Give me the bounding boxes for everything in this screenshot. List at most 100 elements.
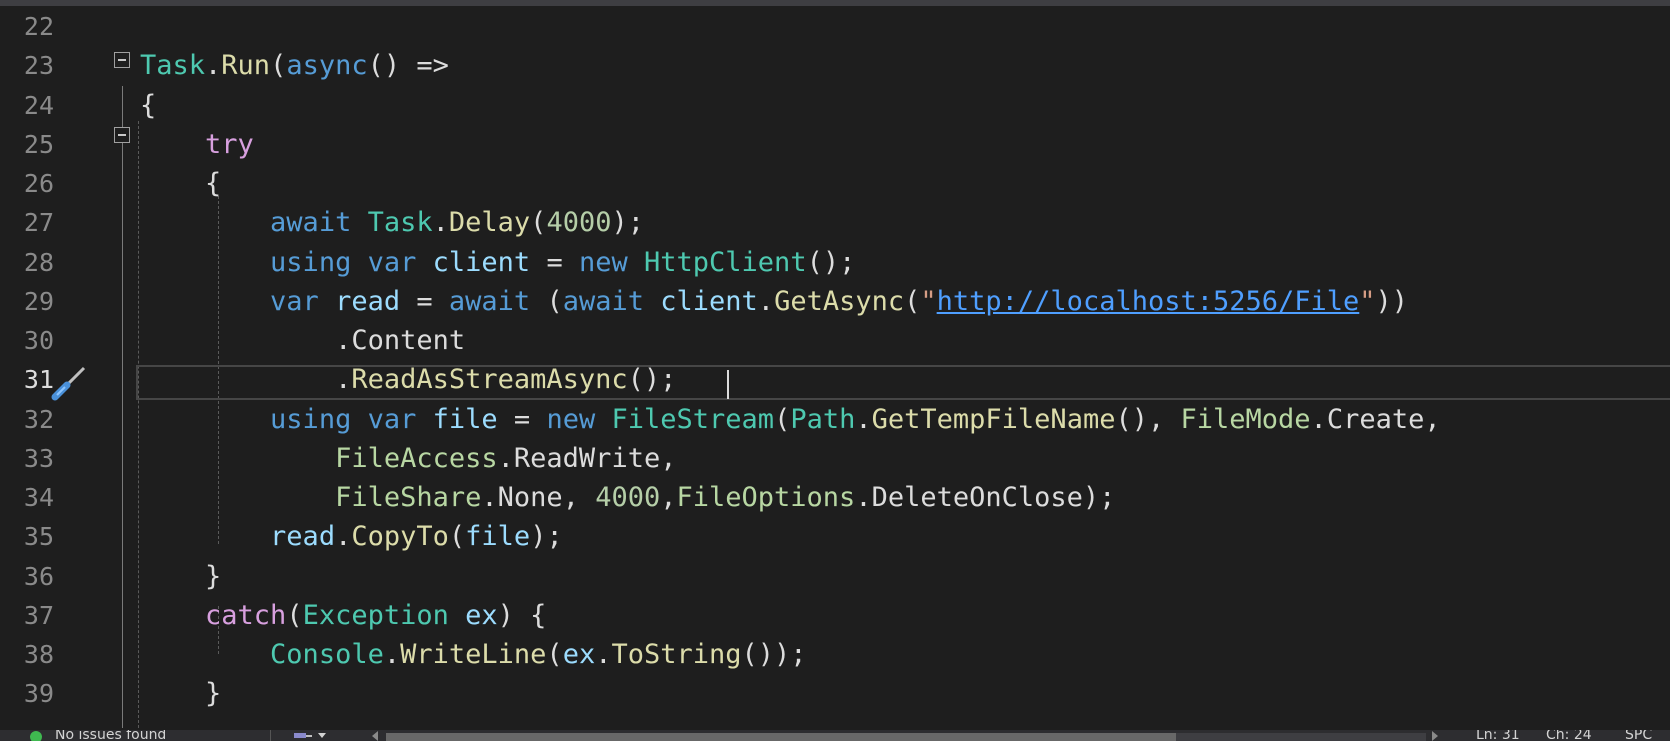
code-token: ( bbox=[530, 207, 547, 239]
line-indicator[interactable]: Ln: 31 bbox=[1476, 730, 1520, 741]
code-token: Create bbox=[1326, 403, 1425, 435]
line-number: 25 bbox=[23, 129, 54, 159]
code-token: WriteLine bbox=[400, 639, 547, 670]
scroll-left-icon[interactable] bbox=[372, 731, 378, 741]
code-line[interactable]: 22 bbox=[0, 7, 1670, 46]
code-cleanup-icon[interactable] bbox=[292, 730, 314, 741]
code-line[interactable]: 33 FileAccess.ReadWrite, bbox=[0, 439, 1670, 478]
code-text: { bbox=[140, 86, 156, 125]
scrollbar-thumb[interactable] bbox=[386, 733, 1176, 741]
code-token: ex bbox=[562, 639, 596, 670]
code-token: FileStream bbox=[611, 403, 775, 435]
url-link[interactable]: http://localhost:5256/File bbox=[937, 286, 1360, 317]
code-line[interactable]: 26 { bbox=[0, 164, 1670, 203]
code-line[interactable]: 34 FileShare.None, 4000,FileOptions.Dele… bbox=[0, 478, 1670, 517]
code-token: Console bbox=[270, 639, 384, 670]
code-token: Exception bbox=[302, 599, 449, 631]
whitespace-indicator[interactable]: SPC bbox=[1625, 730, 1652, 741]
code-token: ); bbox=[530, 521, 563, 553]
code-text: await Task.Delay(4000); bbox=[140, 203, 644, 242]
code-token: = bbox=[400, 285, 449, 317]
code-token: Run bbox=[221, 50, 271, 82]
code-line[interactable]: 29 var read = await (await client.GetAsy… bbox=[0, 282, 1670, 321]
code-line[interactable]: 32 using var file = new FileStream(Path.… bbox=[0, 400, 1670, 439]
line-number: 35 bbox=[23, 522, 54, 552]
code-token: FileShare bbox=[335, 482, 482, 513]
code-token: . bbox=[855, 482, 872, 513]
code-text: } bbox=[140, 557, 221, 596]
code-token: ( bbox=[904, 285, 921, 317]
code-token: var bbox=[367, 403, 417, 435]
line-number: 26 bbox=[23, 169, 54, 198]
code-token: var bbox=[367, 246, 417, 278]
code-text: using var client = new HttpClient(); bbox=[140, 243, 855, 282]
code-token: 4000 bbox=[546, 207, 612, 239]
code-line[interactable]: 39 } bbox=[0, 674, 1670, 713]
chevron-down-icon[interactable] bbox=[318, 733, 326, 738]
code-token: ( bbox=[270, 50, 287, 82]
code-token: ); bbox=[611, 207, 644, 239]
code-token: CopyTo bbox=[351, 521, 449, 553]
code-token: { bbox=[140, 89, 157, 121]
code-token: client bbox=[432, 246, 531, 278]
scroll-right-icon[interactable] bbox=[1432, 731, 1438, 741]
code-line[interactable]: 38 Console.WriteLine(ex.ToString()); bbox=[0, 635, 1670, 674]
code-token: = bbox=[497, 403, 547, 435]
code-token: catch bbox=[205, 599, 287, 631]
code-token: client bbox=[660, 285, 758, 317]
code-line[interactable]: 36 } bbox=[0, 557, 1670, 596]
code-line[interactable]: 31 .ReadAsStreamAsync(); bbox=[0, 360, 1670, 399]
horizontal-scrollbar[interactable] bbox=[386, 733, 1426, 741]
code-token: (); bbox=[806, 246, 856, 278]
code-token: ReadWrite bbox=[513, 442, 661, 474]
code-token: DeleteOnClose bbox=[871, 482, 1083, 513]
code-line[interactable]: 23 Task.Run(async() => bbox=[0, 46, 1670, 85]
code-text: using var file = new FileStream(Path.Get… bbox=[140, 400, 1441, 439]
code-text: .ReadAsStreamAsync(); bbox=[140, 360, 676, 399]
line-number: 27 bbox=[23, 208, 54, 238]
code-token: ( bbox=[774, 403, 791, 435]
code-token: = bbox=[530, 246, 579, 278]
code-line[interactable]: 37 catch(Exception ex) { bbox=[0, 596, 1670, 635]
code-token: (), bbox=[1115, 403, 1181, 435]
code-line[interactable]: 24 { bbox=[0, 86, 1670, 125]
code-text: var read = await (await client.GetAsync(… bbox=[140, 282, 1408, 321]
code-token: . bbox=[140, 364, 352, 396]
code-line[interactable]: 25 try bbox=[0, 125, 1670, 164]
line-number: 33 bbox=[23, 443, 54, 473]
code-token: . bbox=[432, 207, 449, 239]
code-token: () => bbox=[367, 50, 449, 82]
code-line[interactable]: 27 await Task.Delay(4000); bbox=[0, 203, 1670, 242]
code-token: ( bbox=[530, 285, 563, 317]
code-token: None bbox=[497, 482, 563, 513]
code-token: . bbox=[205, 50, 222, 82]
code-editor[interactable]: 22 23 Task.Run(async() => 24{25 try 26 {27 a… bbox=[0, 6, 1670, 730]
column-indicator[interactable]: Ch: 24 bbox=[1546, 730, 1592, 741]
code-line[interactable]: 35 read.CopyTo(file); bbox=[0, 517, 1670, 556]
code-token: file bbox=[432, 403, 498, 435]
code-text: try bbox=[140, 125, 254, 164]
line-number: 32 bbox=[23, 404, 54, 434]
code-line[interactable]: 30 .Content bbox=[0, 321, 1670, 360]
code-line[interactable]: 28 using var client = new HttpClient(); bbox=[0, 243, 1670, 282]
code-text: { bbox=[140, 164, 221, 203]
code-token: read bbox=[270, 521, 336, 553]
code-token: using bbox=[270, 403, 352, 435]
line-number: 23 bbox=[23, 51, 54, 81]
status-divider bbox=[270, 730, 271, 741]
issues-status[interactable]: No issues found bbox=[55, 730, 166, 741]
code-token: . bbox=[383, 639, 401, 670]
code-token: Task bbox=[140, 50, 206, 82]
code-token: ); bbox=[1082, 482, 1116, 513]
code-text: read.CopyTo(file); bbox=[140, 517, 563, 556]
code-token: GetTempFileName bbox=[871, 403, 1116, 435]
